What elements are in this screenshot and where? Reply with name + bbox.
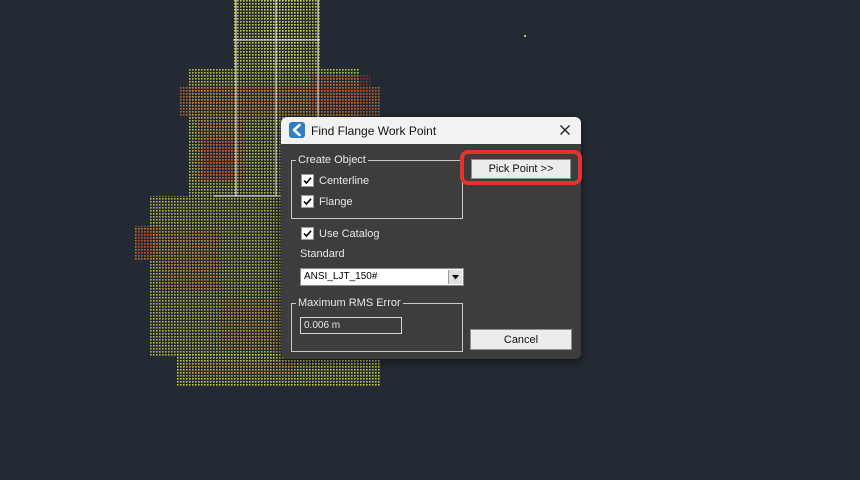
max-rms-legend: Maximum RMS Error bbox=[296, 297, 403, 309]
max-rms-input[interactable] bbox=[300, 317, 402, 334]
dialog-title: Find Flange Work Point bbox=[311, 124, 437, 138]
create-object-legend: Create Object bbox=[296, 154, 368, 166]
checkmark-icon bbox=[303, 230, 312, 238]
checkmark-icon bbox=[303, 198, 312, 206]
pick-point-button[interactable]: Pick Point >> bbox=[471, 159, 571, 179]
centerline-checkbox[interactable] bbox=[301, 174, 314, 187]
standard-selected-value: ANSI_LJT_150# bbox=[304, 271, 378, 282]
chevron-down-icon[interactable] bbox=[448, 270, 462, 284]
use-catalog-row[interactable]: Use Catalog bbox=[301, 227, 380, 240]
flange-label: Flange bbox=[319, 195, 353, 208]
standard-label: Standard bbox=[300, 248, 345, 260]
find-flange-dialog: Find Flange Work Point Create Object Cen… bbox=[281, 117, 582, 359]
create-object-group: Create Object bbox=[291, 154, 463, 219]
close-icon[interactable] bbox=[557, 122, 573, 138]
checkmark-icon bbox=[303, 177, 312, 185]
app-logo-icon bbox=[289, 122, 305, 138]
use-catalog-checkbox[interactable] bbox=[301, 227, 314, 240]
cancel-button[interactable]: Cancel bbox=[470, 329, 572, 350]
flange-row[interactable]: Flange bbox=[301, 195, 353, 208]
flange-checkbox[interactable] bbox=[301, 195, 314, 208]
dialog-titlebar[interactable]: Find Flange Work Point bbox=[281, 117, 581, 144]
centerline-label: Centerline bbox=[319, 174, 370, 187]
use-catalog-label: Use Catalog bbox=[319, 227, 380, 240]
centerline-row[interactable]: Centerline bbox=[301, 174, 369, 187]
standard-dropdown[interactable]: ANSI_LJT_150# bbox=[300, 268, 464, 286]
